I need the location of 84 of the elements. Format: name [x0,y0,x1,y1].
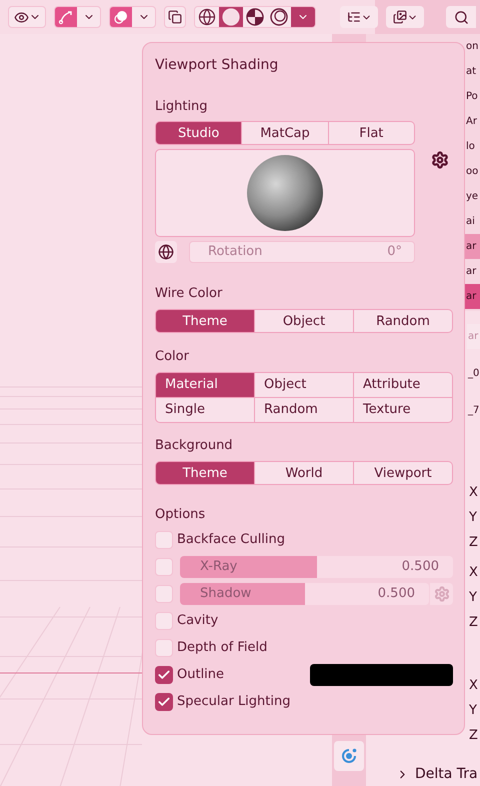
settings-icon [434,586,450,602]
filter-dropdown[interactable] [386,6,424,28]
segment-option[interactable]: Object [255,373,353,397]
slider-field[interactable]: Shadow 0.500 [180,583,429,605]
ringed-sphere-icon [270,8,288,26]
slider-field[interactable]: X-Ray 0.500 [180,556,453,578]
check-icon [157,668,171,682]
checkbox[interactable] [155,639,173,657]
option-label: Specular Lighting [177,693,290,712]
field-value: 0° [387,243,402,262]
section-label: Background [155,437,234,455]
segment-option[interactable]: Theme [156,462,254,484]
display-mode-dropdown[interactable] [340,6,378,28]
axis-label: X [469,484,478,502]
option-label: Outline [177,666,224,684]
shading-mode-button[interactable] [219,7,243,27]
checkbox[interactable] [155,693,173,711]
world-space-toggle[interactable] [155,241,177,263]
segment-option[interactable]: Random [255,398,353,422]
shading-mode-button[interactable] [267,7,291,27]
overlapping-squares-icon [168,10,182,24]
object-name-text: _7 [468,404,480,418]
overlay-circles-icon [110,7,132,27]
segment-option[interactable]: Random [354,310,452,332]
segment-option[interactable]: Material [156,373,254,397]
search-button[interactable] [446,6,476,28]
overlay-dropdown[interactable] [109,6,156,28]
field-label: Rotation [208,243,262,262]
checkbox[interactable] [155,666,173,684]
section-label: Lighting [155,98,209,116]
checkbox[interactable] [155,558,173,576]
axis-label: Z [469,534,478,552]
option-label: Backface Culling [177,531,286,550]
checkbox[interactable] [155,612,173,630]
section-label: Options [155,506,206,524]
search-icon [454,10,468,24]
popup-title: Viewport Shading [155,56,280,75]
object-name-text: _0 [468,367,480,381]
visibility-dropdown[interactable] [8,6,46,28]
axis-label: Z [469,614,478,632]
segment-option[interactable]: Viewport [354,462,452,484]
segment-option[interactable]: Studio [156,122,242,144]
x-ray-toggle[interactable] [164,6,186,28]
shading-mode-button[interactable] [243,7,267,27]
axis-label: X [469,564,478,582]
slider-label: X-Ray [200,558,238,576]
tree-list-icon [346,10,360,24]
panel-title: Delta Tra [415,765,478,784]
section-label: Color [155,348,190,366]
segment-option[interactable]: Attribute [354,373,452,397]
axis-label: Y [469,508,477,527]
gizmo-dropdown[interactable] [54,6,101,28]
axis-label: Y [469,702,477,720]
wireframe-sphere-icon [198,8,216,26]
axis-label: X [469,676,478,695]
option-label: Cavity [177,612,218,630]
physics-tab[interactable] [334,741,364,771]
checkbox[interactable] [155,531,173,549]
segment-option[interactable]: Theme [156,310,254,332]
shading-mode-button[interactable] [195,7,219,27]
orbit-dot-icon [340,747,358,765]
segment-option[interactable]: Flat [328,122,414,144]
segment-option[interactable]: Texture [354,398,452,422]
images-icon [392,10,406,24]
shading-dropdown-button[interactable] [291,7,315,27]
segment-option[interactable]: Single [156,398,254,422]
axis-label: Y [469,588,477,607]
segment-option[interactable]: World [255,462,353,484]
segment-option[interactable]: Object [255,310,353,332]
option-label: Depth of Field [177,639,268,658]
check-icon [157,695,171,709]
solid-sphere-icon [222,8,240,26]
slider-value: 0.500 [402,558,439,576]
section-label: Wire Color [155,285,224,303]
axis-label: Z [469,726,478,745]
half-shaded-sphere-icon [246,8,264,26]
segment-option[interactable]: MatCap [242,122,328,144]
settings-icon[interactable] [431,151,449,169]
slider-label: Shadow [200,585,252,604]
checkbox[interactable] [155,585,173,603]
slider-value: 0.500 [378,585,415,604]
outline-color-swatch[interactable] [310,664,453,686]
globe-icon [158,244,174,260]
eye-icon [14,10,28,24]
